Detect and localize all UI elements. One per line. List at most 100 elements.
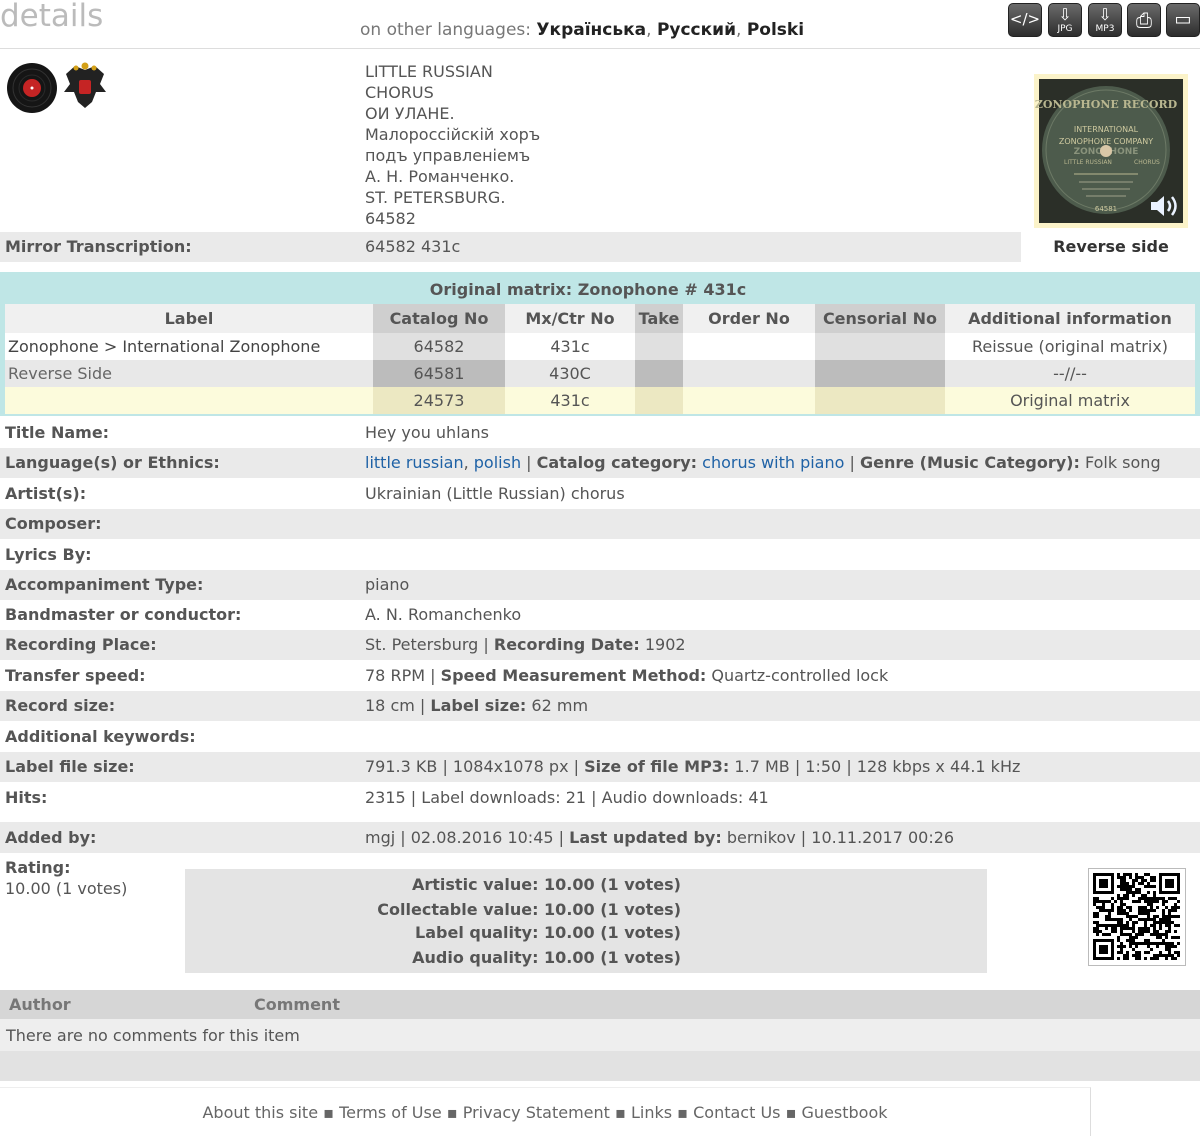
hits-row: Hits: 2315 | Label downloads: 21 | Audio…	[0, 783, 1200, 813]
accompaniment-row: Accompaniment Type: piano	[0, 570, 1200, 600]
matrix-cell-additional: --//--	[1053, 364, 1087, 383]
keywords-label: Additional keywords:	[5, 727, 196, 746]
matrix-cell-order	[683, 333, 815, 360]
reverse-side-label[interactable]: Reverse side	[1034, 237, 1188, 256]
recording-place-text: St. Petersburg	[365, 635, 479, 654]
record-size-value: 18 cm | Label size: 62 mm	[365, 696, 589, 715]
language-link[interactable]: polish	[474, 453, 521, 472]
rating-artistic: Artistic value: 10.00 (1 votes)	[412, 875, 681, 894]
record-size-row: Record size: 18 cm | Label size: 62 mm	[0, 691, 1200, 721]
card-icon: ▭	[1174, 9, 1192, 30]
matrix-cell-censorial	[815, 387, 945, 414]
matrix-cell-order	[683, 387, 815, 414]
title-name-label: Title Name:	[5, 423, 110, 442]
rating-label: Rating:	[5, 858, 71, 877]
footer-link-privacy[interactable]: Privacy Statement	[463, 1103, 610, 1122]
hits-value: 2315 | Label downloads: 21 | Audio downl…	[365, 788, 769, 807]
matrix-cell-label[interactable]: Zonophone > International Zonophone	[5, 333, 373, 360]
genre-label: Genre (Music Category):	[859, 453, 1080, 472]
matrix-cell-mx: 430C	[549, 364, 591, 383]
footer-link-about[interactable]: About this site	[202, 1103, 318, 1122]
matrix-col-take: Take	[635, 304, 683, 333]
artist-value: Ukrainian (Little Russian) chorus	[365, 484, 625, 503]
language-link-ukrainian[interactable]: Українська	[536, 20, 646, 40]
footer: About this site ▪ Terms of Use ▪ Privacy…	[0, 1087, 1091, 1136]
table-row: Zonophone > International Zonophone 6458…	[5, 333, 1195, 360]
footer-link-terms[interactable]: Terms of Use	[339, 1103, 442, 1122]
matrix-cell-censorial	[815, 333, 945, 360]
record-size-text: 18 cm	[365, 696, 415, 715]
matrix-cell-take	[635, 360, 683, 387]
language-label: Language(s) or Ethnics:	[5, 453, 220, 472]
matrix-cell-mx: 431c	[550, 391, 590, 410]
card-button[interactable]: ▭	[1166, 3, 1200, 37]
label-text-line: подъ управленіемъ	[365, 146, 531, 165]
matrix-cell-catalog: 24573	[373, 387, 505, 414]
recording-date-value: 1902	[644, 635, 686, 654]
vinyl-record-icon	[7, 63, 57, 113]
footer-link-guestbook[interactable]: Guestbook	[802, 1103, 888, 1122]
mirror-transcription-row: Mirror Transcription: 64582 431c	[0, 232, 1021, 262]
mp3-label: MP3	[1095, 24, 1115, 34]
hits-label: Hits:	[5, 788, 48, 807]
no-comments-text: There are no comments for this item	[6, 1026, 300, 1045]
print-button[interactable]: ⎙	[1127, 3, 1161, 37]
artist-row: Artist(s): Ukrainian (Little Russian) ch…	[0, 479, 1200, 509]
added-by-label: Added by:	[5, 828, 97, 847]
download-icon: ⇩	[1098, 5, 1112, 24]
matrix-cell-mx: 431c	[550, 337, 590, 356]
footer-separator: ▪	[677, 1103, 689, 1122]
rating-audio-quality: Audio quality: 10.00 (1 votes)	[412, 948, 681, 967]
matrix-header-row: Label Catalog No Mx/Ctr No Take Order No…	[5, 304, 1195, 333]
header-divider	[0, 48, 1200, 49]
catalog-category-link[interactable]: chorus with piano	[702, 453, 844, 472]
label-text-line: Малороссійскій хоръ	[365, 125, 541, 144]
language-link-russian[interactable]: Русский	[657, 20, 736, 40]
lyrics-label: Lyrics By:	[5, 545, 92, 564]
comments-footer-bar	[0, 1051, 1200, 1081]
matrix-cell-censorial	[815, 360, 945, 387]
label-text: LITTLE RUSSIAN CHORUS ОИ УЛАНЕ. Малоросс…	[365, 61, 540, 229]
matrix-cell-label[interactable]: Reverse Side	[5, 360, 373, 387]
download-mp3-button[interactable]: ⇩ MP3	[1088, 3, 1122, 37]
composer-label: Composer:	[5, 514, 102, 533]
footer-separator: ▪	[446, 1103, 458, 1122]
embed-code-button[interactable]: </>	[1008, 3, 1042, 37]
rating-breakdown: Artistic value: 10.00 (1 votes) Collecta…	[185, 869, 987, 973]
matrix-cell-catalog: 64582	[373, 333, 505, 360]
transfer-speed-value: 78 RPM | Speed Measurement Method: Quart…	[365, 666, 889, 685]
comment-column: Comment	[254, 995, 340, 1014]
page-title: details	[0, 0, 104, 34]
table-row: Reverse Side 64581 430C --//--	[5, 360, 1195, 387]
composer-row: Composer:	[0, 509, 1200, 539]
table-row: 24573 431c Original matrix	[5, 387, 1195, 414]
comments-empty: There are no comments for this item	[0, 1019, 1200, 1051]
matrix-cell-order	[683, 360, 815, 387]
recording-date-label: Recording Date:	[493, 635, 640, 654]
bandmaster-label: Bandmaster or conductor:	[5, 605, 242, 624]
keywords-row: Additional keywords:	[0, 722, 1200, 752]
label-text-line: ОИ УЛАНЕ.	[365, 104, 455, 123]
matrix-col-order: Order No	[708, 309, 790, 328]
disc-text-number: 64581	[1095, 205, 1117, 213]
footer-separator: ▪	[785, 1103, 797, 1122]
matrix-col-mx: Mx/Ctr No	[525, 309, 615, 328]
label-file-size-row: Label file size: 791.3 KB | 1084x1078 px…	[0, 752, 1200, 782]
transfer-speed-row: Transfer speed: 78 RPM | Speed Measureme…	[0, 661, 1200, 691]
recording-place-label: Recording Place:	[5, 635, 157, 654]
matrix-col-additional: Additional information	[968, 309, 1172, 328]
qr-code-image	[1093, 873, 1180, 960]
label-size-value: 62 mm	[531, 696, 589, 715]
footer-link-links[interactable]: Links	[631, 1103, 672, 1122]
bandmaster-value: A. N. Romanchenko	[365, 605, 522, 624]
matrix-col-label: Label	[164, 309, 214, 328]
matrix-table: Label Catalog No Mx/Ctr No Take Order No…	[5, 304, 1195, 414]
speaker-icon[interactable]	[1148, 192, 1182, 220]
language-link-polish[interactable]: Polski	[747, 20, 804, 40]
language-link[interactable]: little russian	[365, 453, 464, 472]
footer-link-contact[interactable]: Contact Us	[693, 1103, 780, 1122]
reverse-side-image[interactable]: ZONOPHONE RECORD INTERNATIONAL ZONOPHONE…	[1034, 74, 1188, 228]
download-jpg-button[interactable]: ⇩ JPG	[1048, 3, 1082, 37]
label-text-line: LITTLE RUSSIAN	[365, 62, 493, 81]
download-icon: ⇩	[1058, 5, 1072, 24]
